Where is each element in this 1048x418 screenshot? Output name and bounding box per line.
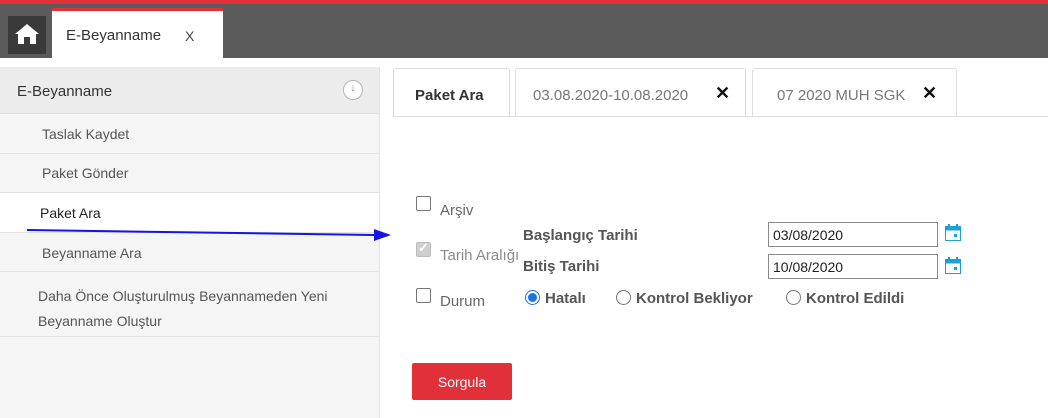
tab-divider bbox=[393, 116, 1048, 117]
bitis-tarihi-input[interactable] bbox=[768, 254, 938, 279]
close-icon[interactable]: ✕ bbox=[715, 83, 730, 104]
top-tab-close-button[interactable]: X bbox=[185, 28, 194, 44]
sidebar-item-label: Paket Gönder bbox=[42, 165, 129, 181]
home-button[interactable] bbox=[8, 16, 46, 54]
home-icon bbox=[15, 24, 39, 44]
sidebar-item-paket-ara[interactable]: Paket Ara bbox=[0, 193, 379, 233]
baslangic-tarihi-label: Başlangıç Tarihi bbox=[523, 227, 638, 244]
arrow-down-icon: ↓ bbox=[350, 82, 356, 94]
tarih-araligi-label: Tarih Aralığı bbox=[440, 247, 520, 264]
sidebar-item-taslak-kaydet[interactable]: Taslak Kaydet bbox=[0, 114, 379, 154]
sidebar-item-label: Paket Ara bbox=[40, 205, 101, 221]
sidebar-header: E-Beyanname ↓ bbox=[0, 67, 379, 114]
sidebar-item-paket-gonder[interactable]: Paket Gönder bbox=[0, 154, 379, 193]
sorgula-button[interactable]: Sorgula bbox=[412, 363, 512, 400]
sidebar-item-yeni-beyanname[interactable]: Daha Önce Oluşturulmuş Beyannameden Yeni… bbox=[0, 272, 379, 337]
arsiv-checkbox[interactable] bbox=[416, 196, 431, 211]
tarih-araligi-checkbox[interactable] bbox=[416, 240, 431, 257]
radio-kontrol-bekliyor-label: Kontrol Bekliyor bbox=[636, 290, 753, 307]
tab-paket-ara[interactable]: Paket Ara bbox=[393, 68, 510, 118]
sidebar-item-label: Beyanname Ara bbox=[42, 245, 142, 261]
sidebar-item-label: Taslak Kaydet bbox=[42, 126, 130, 142]
tab-muh-sgk[interactable]: 07 2020 MUH SGK ✕ bbox=[752, 68, 957, 117]
tab-label: Paket Ara bbox=[415, 87, 484, 104]
tab-date-range[interactable]: 03.08.2020-10.08.2020 ✕ bbox=[515, 68, 746, 117]
top-tab-label: E-Beyanname bbox=[66, 27, 162, 44]
radio-kontrol-edildi[interactable] bbox=[786, 290, 801, 305]
durum-label: Durum bbox=[440, 293, 486, 310]
sidebar-item-label: Daha Önce Oluşturulmuş Beyannameden Yeni… bbox=[38, 288, 328, 329]
baslangic-tarihi-input[interactable] bbox=[768, 222, 938, 247]
arsiv-label: Arşiv bbox=[440, 202, 474, 219]
sidebar-collapse-button[interactable]: ↓ bbox=[343, 80, 363, 100]
top-bar: E-Beyanname X bbox=[0, 0, 1048, 58]
radio-kontrol-edildi-label: Kontrol Edildi bbox=[806, 290, 905, 307]
sidebar-item-beyanname-ara[interactable]: Beyanname Ara bbox=[0, 233, 379, 272]
accent-line bbox=[0, 0, 1048, 4]
sidebar: E-Beyanname ↓ Taslak Kaydet Paket Gönder… bbox=[0, 67, 380, 418]
calendar-icon[interactable] bbox=[945, 224, 961, 241]
radio-kontrol-bekliyor[interactable] bbox=[616, 290, 631, 305]
durum-checkbox[interactable] bbox=[416, 288, 431, 303]
sidebar-title: E-Beyanname bbox=[17, 83, 113, 100]
close-icon[interactable]: ✕ bbox=[922, 83, 937, 104]
calendar-icon[interactable] bbox=[945, 257, 961, 274]
radio-hatali-label: Hatalı bbox=[545, 290, 586, 307]
bitis-tarihi-label: Bitiş Tarihi bbox=[523, 258, 600, 275]
tab-label: 03.08.2020-10.08.2020 bbox=[533, 87, 689, 104]
tab-label: 07 2020 MUH SGK bbox=[777, 87, 906, 104]
top-tab-e-beyanname[interactable]: E-Beyanname X bbox=[52, 8, 223, 58]
radio-hatali[interactable] bbox=[525, 290, 540, 305]
